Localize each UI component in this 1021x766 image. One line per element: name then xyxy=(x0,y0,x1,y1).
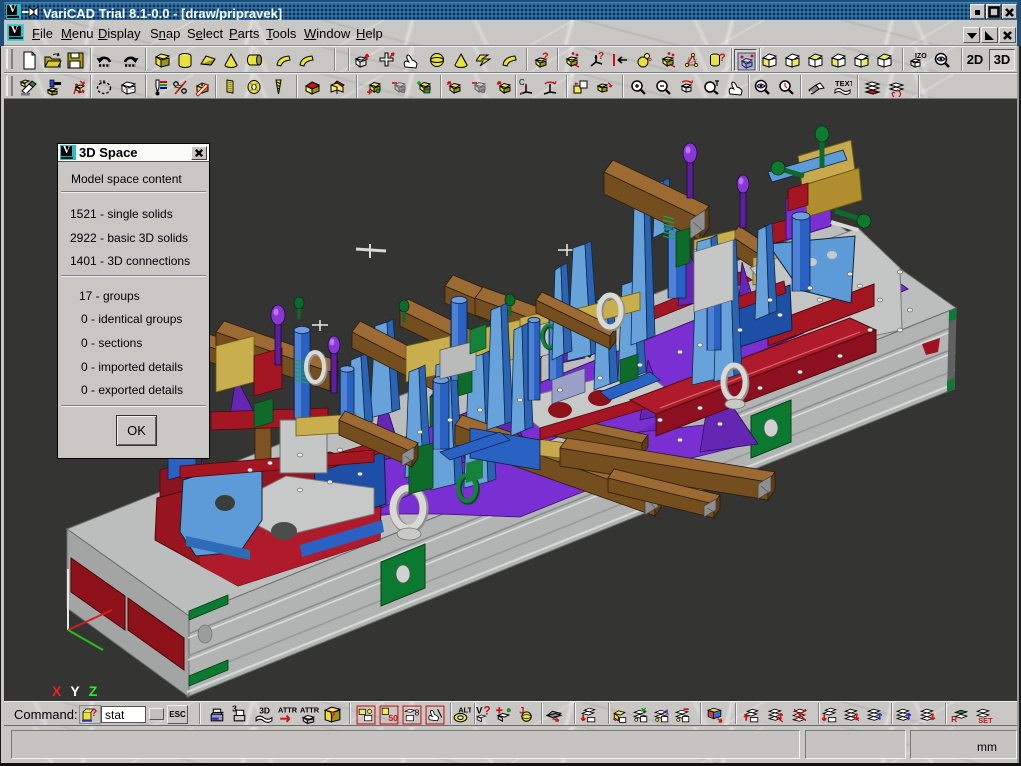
svg-text:?: ? xyxy=(329,710,335,722)
svg-text:SET: SET xyxy=(978,716,993,725)
svg-text:IZO: IZO xyxy=(915,53,927,60)
svg-text:?: ? xyxy=(598,51,604,62)
svg-text:3: 3 xyxy=(232,705,237,713)
svg-text:3D: 3D xyxy=(259,705,270,715)
svg-text:?: ? xyxy=(91,708,97,719)
svg-text:ATTR: ATTR xyxy=(300,705,319,714)
svg-text:V: V xyxy=(476,705,483,716)
svg-text:50: 50 xyxy=(388,713,398,723)
svg-text:-1: -1 xyxy=(663,707,670,716)
svg-text:R: R xyxy=(951,714,957,724)
svg-text:TEXT: TEXT xyxy=(835,79,852,88)
svg-text:?: ? xyxy=(542,51,549,63)
svg-text:ATTR: ATTR xyxy=(278,705,297,714)
svg-text:C: C xyxy=(519,78,525,87)
svg-text:°: ° xyxy=(648,57,652,68)
svg-text:8: 8 xyxy=(415,708,420,718)
svg-text:?: ? xyxy=(719,52,726,64)
